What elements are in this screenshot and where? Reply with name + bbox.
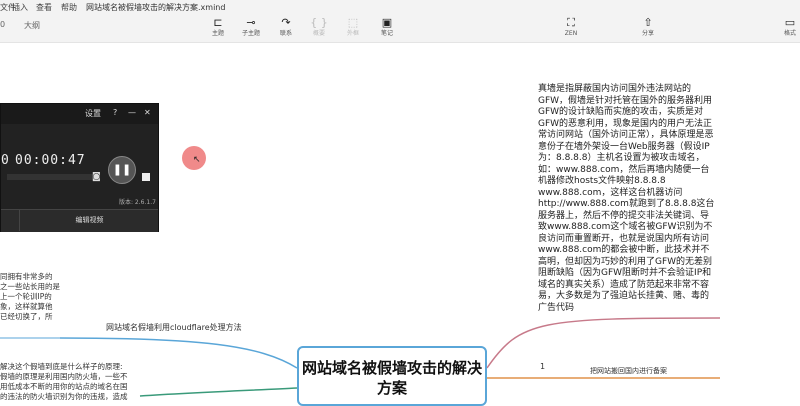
left-line: 象，这样就算他 [0, 302, 53, 311]
connector-bottom [139, 387, 298, 397]
left-line: 用低成本不断的用你的站点的域名在国 [0, 382, 128, 391]
recorder-time-prefix: 0 [1, 153, 9, 168]
recorder-titlebar: 设置 ? — ✕ [1, 104, 158, 124]
left-line: 已经切换了，所 [0, 312, 53, 321]
recorder-version: 版本: 2.6.1.7 [119, 199, 156, 206]
mouse-pointer-icon: ↖ [193, 155, 201, 165]
connector-notes [486, 317, 721, 369]
branch-cloudflare[interactable]: 网站域名假墙利用cloudflare处理方法 [106, 322, 242, 333]
recorder-time: 00:00:47 [15, 153, 86, 168]
central-topic-text: 网站域名被假墙攻击的解决方案 [301, 359, 482, 397]
recorder-help[interactable]: ? [113, 108, 117, 117]
recorder-level-bar [7, 174, 97, 180]
edit-video-button[interactable]: 编辑视频 [19, 209, 159, 231]
left-topic-text-1[interactable]: 同拥有非常多的 之一些站长用的是 上一个轮训IP的 象，这样就算他 已经切换了，… [0, 272, 60, 322]
left-line: 上一个轮训IP的 [0, 292, 52, 301]
recorder-minimize[interactable]: — [128, 108, 136, 117]
pause-button[interactable]: ❚❚ [108, 156, 136, 184]
stop-icon[interactable] [142, 173, 150, 181]
left-line: 同拥有非常多的 [0, 272, 53, 281]
recorder-settings[interactable]: 设置 [85, 108, 101, 119]
recorder-close[interactable]: ✕ [144, 108, 151, 117]
left-line: 假墙的原理是利用国内防火墙，一些不 [0, 372, 128, 381]
left-topic-text-2[interactable]: 解决这个假墙到底是什么样子的原理: 假墙的原理是利用国内防火墙，一些不 用低成本… [0, 362, 138, 402]
central-topic[interactable]: 网站域名被假墙攻击的解决方案 [297, 346, 487, 406]
left-line: 之一些站长用的是 [0, 282, 60, 291]
left-line: 解决这个假墙到底是什么样子的原理: [0, 362, 123, 371]
right-branch-number: 1 [540, 362, 546, 371]
branch-icp-filing[interactable]: 把网站搬回国内进行备案 [590, 366, 667, 376]
camera-icon[interactable]: ◙ [92, 172, 101, 182]
left-line: 的违法的防火墙识别为你的违规，造成 [0, 392, 128, 401]
topic-note-text[interactable]: 真墙是指屏蔽国内访问国外违法网站的GFW，假墙是针对托管在国外的服务器利用GFW… [538, 84, 716, 314]
screen-recorder-window: 设置 ? — ✕ 0 00:00:47 ❚❚ ◙ 版本: 2.6.1.7 编辑视… [0, 103, 159, 232]
